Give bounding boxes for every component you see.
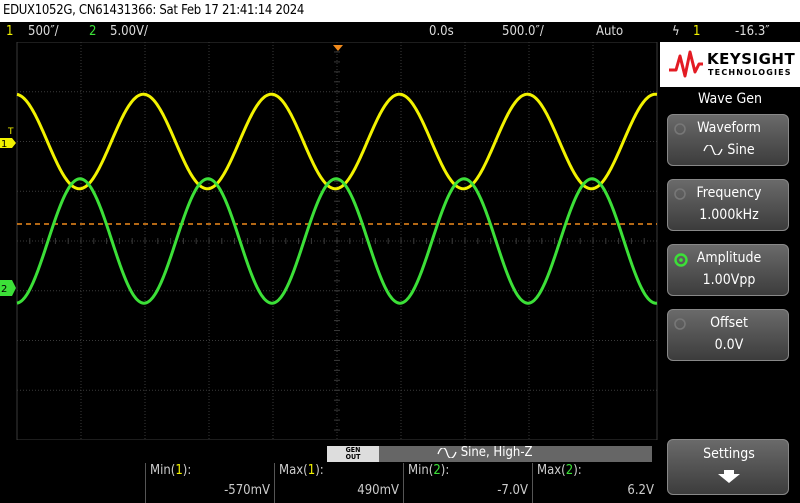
status-bar: 1 500″/ 2 5.00V/ 0.0s 500.0″/ Auto ϟ 1 -… (0, 22, 800, 42)
settings-label: Settings (703, 446, 755, 462)
softkey-panel: Wave Gen Waveform Sine Frequency 1.000kH… (660, 87, 800, 503)
measurement-label: Min(2): (408, 463, 450, 478)
waveform-value: Sine (668, 142, 790, 158)
measurement-value: 490mV (357, 483, 399, 498)
waveform-value-text: Sine (727, 142, 755, 158)
measurement-label: Min(1): (150, 463, 192, 478)
offset-value: 0.0V (714, 337, 744, 353)
window-title: EDUX1052G, CN61431366: Sat Feb 17 21:41:… (3, 3, 305, 18)
amplitude-softkey[interactable]: Amplitude 1.00Vpp (667, 244, 789, 296)
sine-icon (703, 144, 723, 156)
ch1-indicator[interactable]: 1 (6, 22, 13, 42)
ch2-ground-marker[interactable]: 2 (0, 278, 16, 298)
measurement-min-ch2[interactable]: Min(2): -7.0V (403, 463, 532, 503)
ch2-scale[interactable]: 5.00V/ (110, 22, 148, 42)
waveform-label: Waveform (697, 120, 761, 136)
arrow-down-icon (718, 470, 740, 483)
trigger-level[interactable]: -16.3″ (735, 22, 770, 42)
measurement-value: -7.0V (497, 483, 528, 498)
amplitude-value: 1.00Vpp (702, 272, 756, 288)
gen-out-indicator[interactable]: GEN OUT (327, 446, 379, 462)
time-delay[interactable]: 0.0s (429, 22, 454, 42)
timebase[interactable]: 500.0″/ (502, 22, 544, 42)
measurement-max-ch2[interactable]: Max(2): 6.2V (532, 463, 658, 503)
frequency-label: Frequency (696, 185, 762, 201)
gen-out-line2: OUT (345, 453, 361, 461)
ch1-ground-marker[interactable]: 1 T (0, 124, 16, 164)
measurement-max-ch1[interactable]: Max(1): 490mV (274, 463, 403, 503)
measurement-value: -570mV (224, 483, 270, 498)
window-title-bar: EDUX1052G, CN61431366: Sat Feb 17 21:41:… (0, 0, 800, 22)
graticule-svg (0, 41, 660, 441)
frequency-value: 1.000kHz (699, 207, 759, 223)
waveform-softkey[interactable]: Waveform Sine (667, 114, 789, 166)
amplitude-label: Amplitude (696, 250, 762, 266)
trigger-mode[interactable]: Auto (596, 22, 623, 42)
ch2-indicator[interactable]: 2 (89, 22, 96, 42)
brand-subtitle: TECHNOLOGIES (708, 68, 792, 77)
measurement-value: 6.2V (627, 483, 654, 498)
offset-label: Offset (710, 315, 748, 331)
svg-text:1: 1 (1, 139, 7, 150)
offset-softkey[interactable]: Offset 0.0V (667, 309, 789, 361)
wavegen-summary: Sine, High-Z (437, 445, 533, 460)
keysight-wave-icon (669, 50, 703, 78)
measurement-label: Max(2): (537, 463, 582, 478)
measurement-min-ch1[interactable]: Min(1): -570mV (145, 463, 274, 503)
softkey-menu-title: Wave Gen (698, 91, 762, 107)
svg-text:2: 2 (1, 284, 7, 295)
trigger-source[interactable]: 1 (693, 22, 700, 42)
trigger-edge-icon: ϟ (672, 24, 680, 39)
sine-icon (437, 446, 457, 459)
svg-text:T: T (7, 127, 14, 137)
frequency-softkey[interactable]: Frequency 1.000kHz (667, 179, 789, 231)
ch1-scale[interactable]: 500″/ (28, 22, 59, 42)
brand-name: KEYSIGHT (707, 50, 796, 68)
wavegen-summary-text: Sine, High-Z (460, 445, 533, 460)
measurement-label: Max(1): (279, 463, 324, 478)
keysight-logo: KEYSIGHT TECHNOLOGIES (660, 42, 800, 87)
waveform-display[interactable]: 1 T 2 (0, 41, 660, 441)
settings-softkey[interactable]: Settings (667, 439, 789, 495)
wavegen-status-bar[interactable]: GEN OUT Sine, High-Z (327, 445, 652, 462)
